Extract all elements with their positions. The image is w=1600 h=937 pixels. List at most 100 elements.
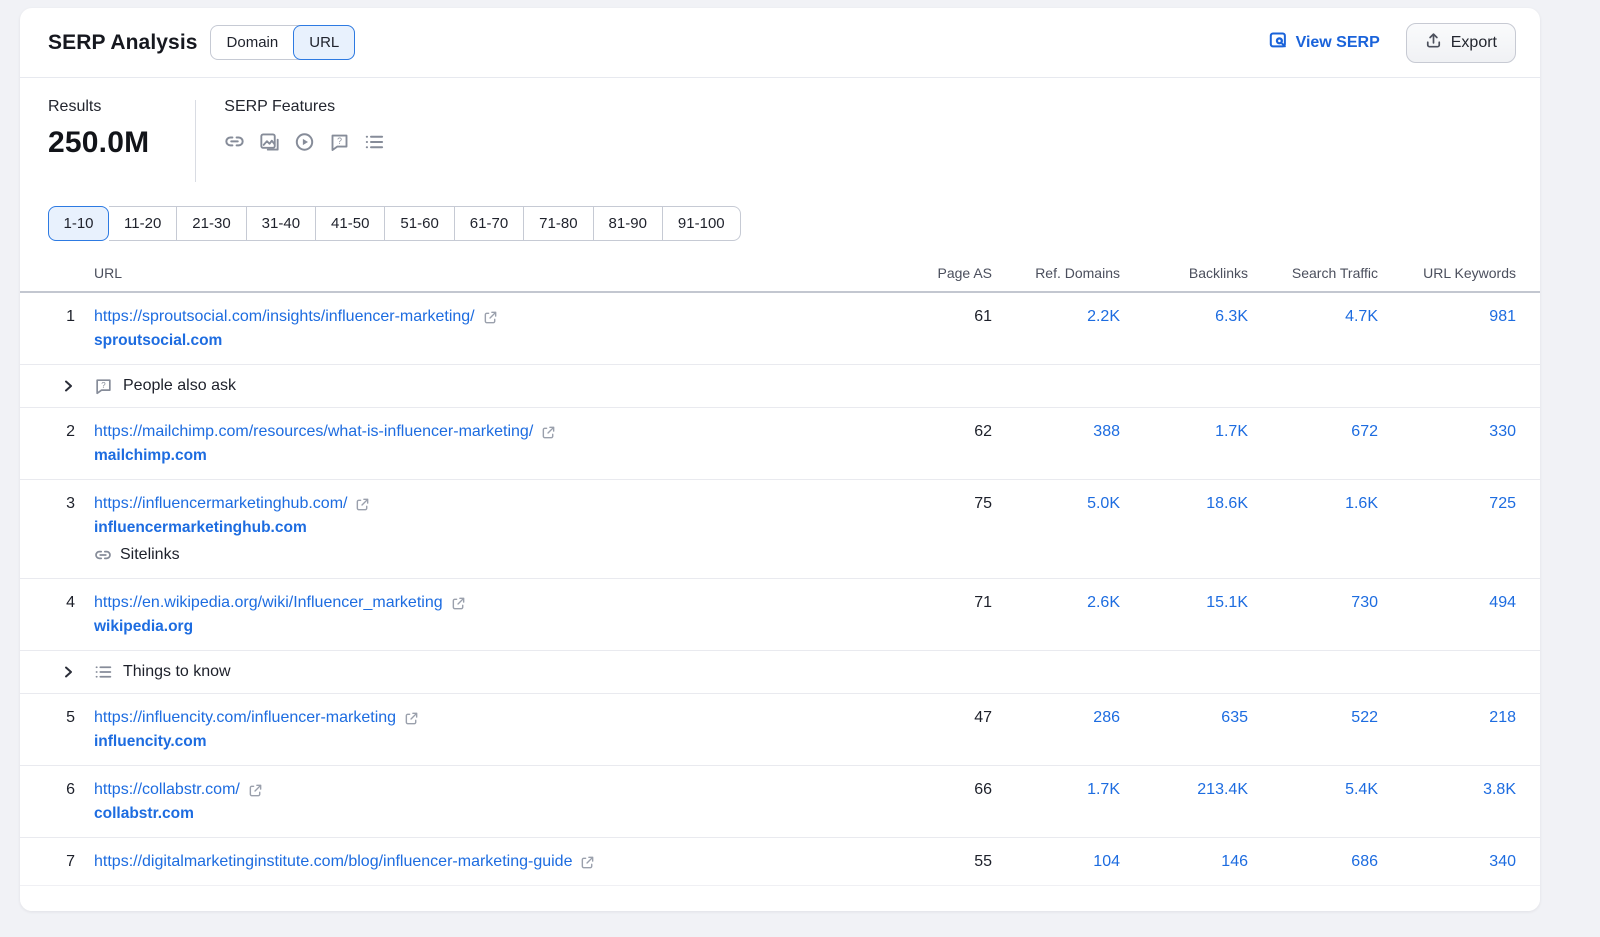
view-serp-button[interactable]: View SERP <box>1269 31 1380 55</box>
things-to-know-icon[interactable] <box>364 132 385 152</box>
row-position: 7 <box>20 838 75 886</box>
ref-domains-link[interactable]: 104 <box>1093 853 1120 870</box>
page-as-value: 75 <box>882 480 992 579</box>
search-traffic-link[interactable]: 730 <box>1351 594 1378 611</box>
result-url-link[interactable]: https://en.wikipedia.org/wiki/Influencer… <box>94 594 443 612</box>
ref-domains-link[interactable]: 388 <box>1093 423 1120 440</box>
summary-divider <box>195 100 196 182</box>
chevron-right-icon[interactable] <box>62 665 75 679</box>
serp-features-label: SERP Features <box>224 98 385 116</box>
external-link-icon[interactable] <box>580 855 595 870</box>
search-traffic-link[interactable]: 686 <box>1351 853 1378 870</box>
backlinks-link[interactable]: 6.3K <box>1215 308 1248 325</box>
url-keywords-link[interactable]: 340 <box>1489 853 1516 870</box>
column-header-url: URL <box>75 253 882 292</box>
backlinks-link[interactable]: 15.1K <box>1206 594 1248 611</box>
result-domain-link[interactable]: influencermarketinghub.com <box>94 519 307 537</box>
result-url-link[interactable]: https://sproutsocial.com/insights/influe… <box>94 308 475 326</box>
result-domain-link[interactable]: sproutsocial.com <box>94 332 222 350</box>
row-position: 4 <box>20 579 75 651</box>
ref-domains-link[interactable]: 286 <box>1093 709 1120 726</box>
ref-domains-link[interactable]: 2.2K <box>1087 308 1120 325</box>
domain-url-toggle: Domain URL <box>210 25 356 60</box>
result-url-link[interactable]: https://influencity.com/influencer-marke… <box>94 709 396 727</box>
column-header-url-keywords: URL Keywords <box>1378 253 1540 292</box>
toggle-option-url[interactable]: URL <box>293 25 355 60</box>
external-link-icon[interactable] <box>248 783 263 798</box>
page-range-button[interactable]: 1-10 <box>48 206 109 241</box>
sitelinks-icon <box>94 547 112 564</box>
url-keywords-link[interactable]: 725 <box>1489 495 1516 512</box>
backlinks-link[interactable]: 146 <box>1221 853 1248 870</box>
backlinks-link[interactable]: 635 <box>1221 709 1248 726</box>
toggle-option-domain[interactable]: Domain <box>211 26 295 59</box>
result-url-link[interactable]: https://mailchimp.com/resources/what-is-… <box>94 423 533 441</box>
page-as-value: 71 <box>882 579 992 651</box>
page-range-button[interactable]: 61-70 <box>455 206 524 241</box>
serp-feature-row: ? People also ask <box>20 365 1540 408</box>
backlinks-link[interactable]: 18.6K <box>1206 495 1248 512</box>
feature-label: People also ask <box>123 377 236 395</box>
ref-domains-link[interactable]: 5.0K <box>1087 495 1120 512</box>
page-as-value: 66 <box>882 766 992 838</box>
url-keywords-link[interactable]: 218 <box>1489 709 1516 726</box>
header-actions: View SERP Export <box>1269 23 1516 63</box>
people-also-ask-icon[interactable]: ? <box>329 132 350 152</box>
page-range-button[interactable]: 71-80 <box>524 206 593 241</box>
results-block: Results 250.0M <box>48 98 149 196</box>
search-traffic-link[interactable]: 4.7K <box>1345 308 1378 325</box>
things-to-know-icon <box>94 663 113 681</box>
export-button[interactable]: Export <box>1406 23 1516 63</box>
ref-domains-link[interactable]: 2.6K <box>1087 594 1120 611</box>
url-keywords-link[interactable]: 330 <box>1489 423 1516 440</box>
url-keywords-link[interactable]: 494 <box>1489 594 1516 611</box>
external-link-icon[interactable] <box>355 497 370 512</box>
panel-header: SERP Analysis Domain URL View SERP <box>20 8 1540 78</box>
result-domain-link[interactable]: mailchimp.com <box>94 447 207 465</box>
result-domain-link[interactable]: collabstr.com <box>94 805 194 823</box>
table-row: 2 https://mailchimp.com/resources/what-i… <box>20 408 1540 480</box>
url-keywords-link[interactable]: 3.8K <box>1483 781 1516 798</box>
table-row: 6 https://collabstr.com/ collabstr.com 6… <box>20 766 1540 838</box>
backlinks-link[interactable]: 1.7K <box>1215 423 1248 440</box>
ref-domains-link[interactable]: 1.7K <box>1087 781 1120 798</box>
search-traffic-link[interactable]: 5.4K <box>1345 781 1378 798</box>
page-title: SERP Analysis <box>48 31 198 55</box>
page-range-button[interactable]: 21-30 <box>177 206 246 241</box>
result-domain-link[interactable]: influencity.com <box>94 733 207 751</box>
page-range-button[interactable]: 51-60 <box>385 206 454 241</box>
serp-analysis-panel: SERP Analysis Domain URL View SERP <box>20 8 1540 911</box>
result-url-link[interactable]: https://influencermarketinghub.com/ <box>94 495 347 513</box>
sitelinks-icon[interactable] <box>224 132 245 152</box>
page-range-button[interactable]: 81-90 <box>594 206 663 241</box>
people-also-ask-icon: ? <box>94 377 113 395</box>
video-icon[interactable] <box>294 132 315 152</box>
result-url-link[interactable]: https://collabstr.com/ <box>94 781 240 799</box>
export-icon <box>1425 32 1442 54</box>
external-link-icon[interactable] <box>404 711 419 726</box>
backlinks-link[interactable]: 213.4K <box>1197 781 1248 798</box>
table-row: 1 https://sproutsocial.com/insights/infl… <box>20 292 1540 365</box>
table-row: 4 https://en.wikipedia.org/wiki/Influenc… <box>20 579 1540 651</box>
external-link-icon[interactable] <box>451 596 466 611</box>
page-as-value: 47 <box>882 694 992 766</box>
url-keywords-link[interactable]: 981 <box>1489 308 1516 325</box>
result-domain-link[interactable]: wikipedia.org <box>94 618 193 636</box>
page-range-button[interactable]: 31-40 <box>247 206 316 241</box>
chevron-right-icon[interactable] <box>62 379 75 393</box>
page-range-button[interactable]: 91-100 <box>663 206 741 241</box>
column-header-ref-domains: Ref. Domains <box>992 253 1120 292</box>
external-link-icon[interactable] <box>541 425 556 440</box>
page-range-button[interactable]: 11-20 <box>109 206 177 241</box>
svg-text:?: ? <box>337 136 342 146</box>
result-url-link[interactable]: https://digitalmarketinginstitute.com/bl… <box>94 853 572 871</box>
position-range-tabs: 1-10 11-20 21-30 31-40 41-50 51-60 61-70… <box>48 206 741 241</box>
search-traffic-link[interactable]: 1.6K <box>1345 495 1378 512</box>
page-range-button[interactable]: 41-50 <box>316 206 385 241</box>
external-link-icon[interactable] <box>483 310 498 325</box>
image-pack-icon[interactable] <box>259 132 280 152</box>
page-as-value: 62 <box>882 408 992 480</box>
serp-results-table: URL Page AS Ref. Domains Backlinks Searc… <box>20 253 1540 886</box>
search-traffic-link[interactable]: 522 <box>1351 709 1378 726</box>
search-traffic-link[interactable]: 672 <box>1351 423 1378 440</box>
